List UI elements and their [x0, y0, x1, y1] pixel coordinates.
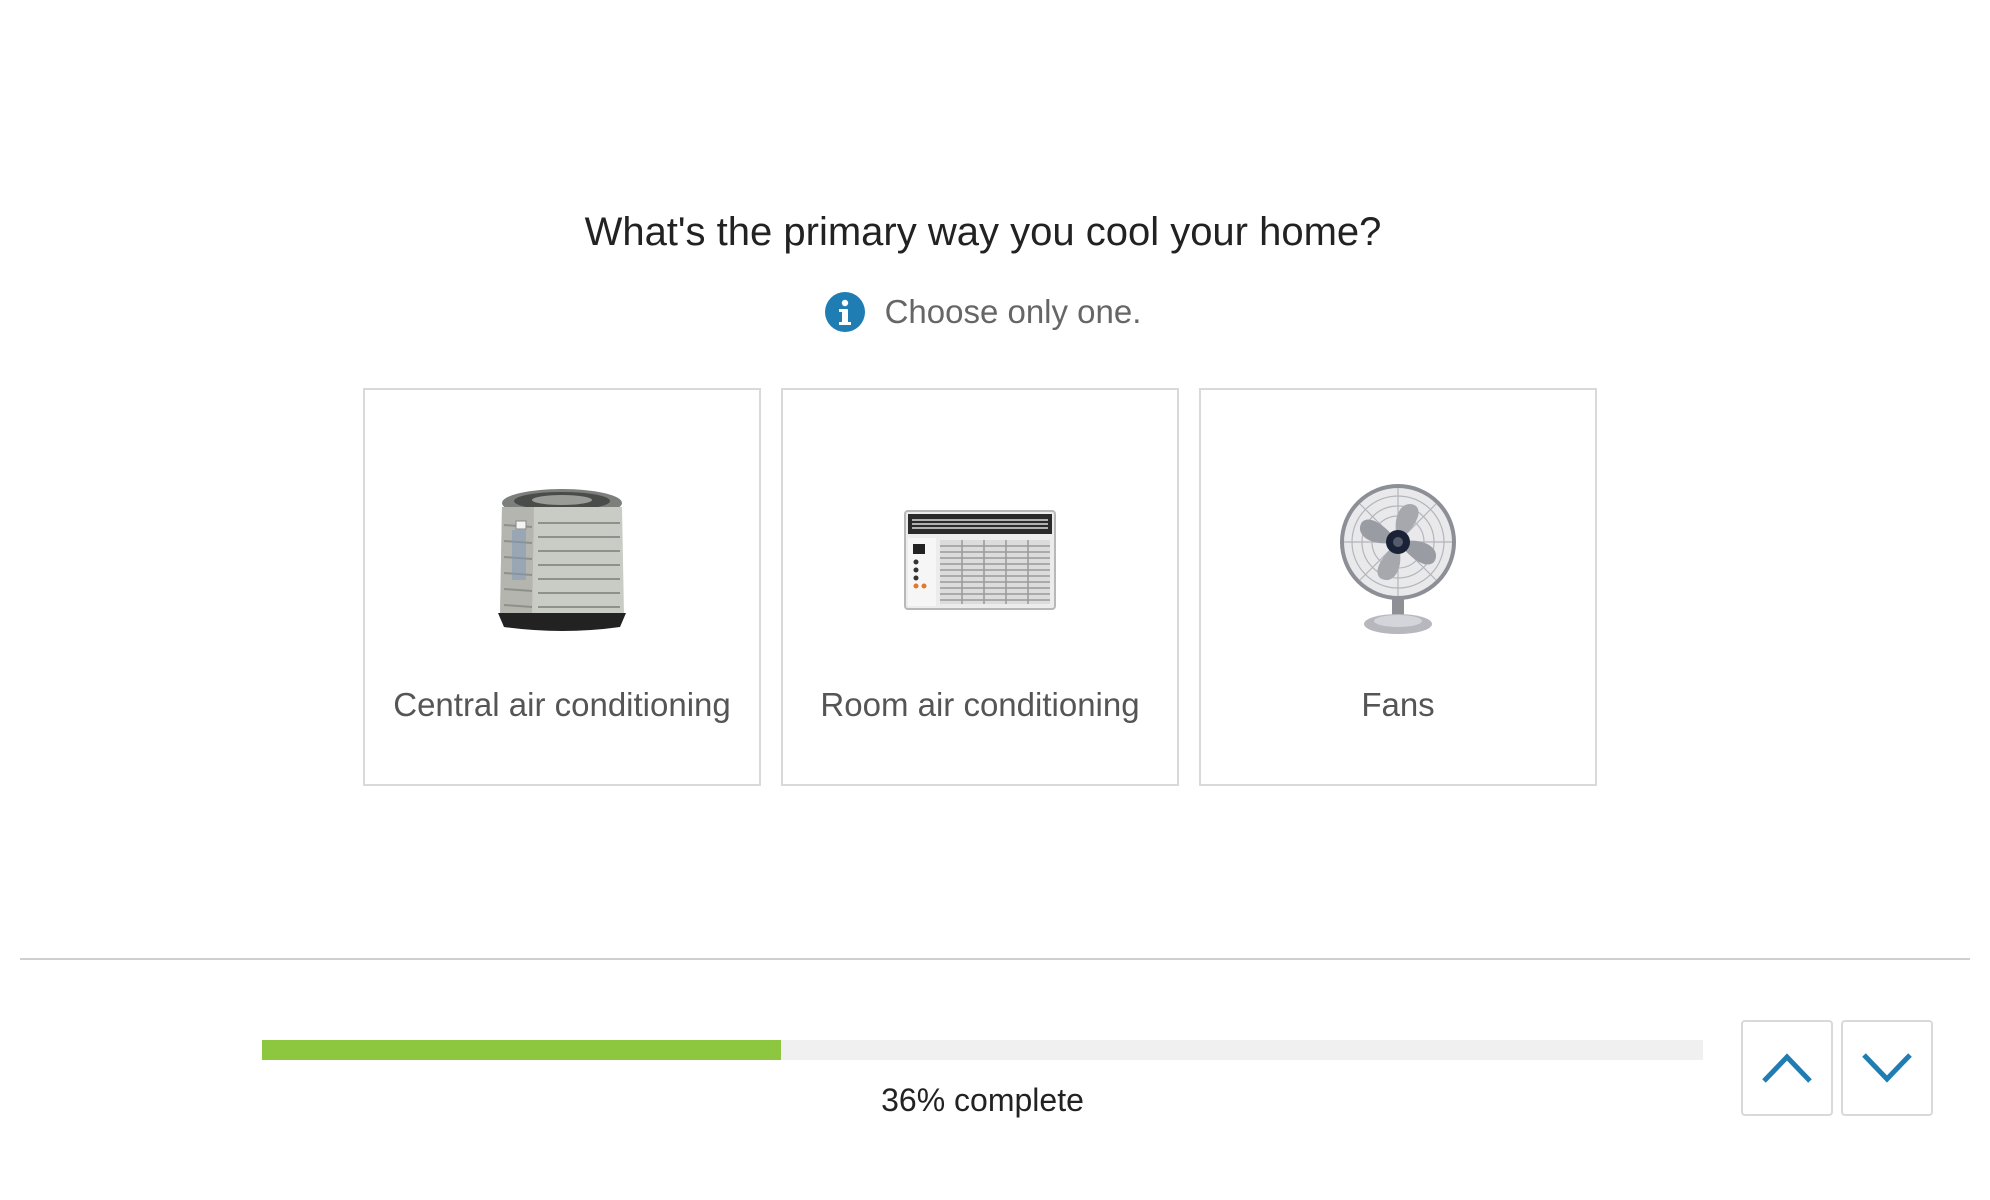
previous-question-button[interactable] — [1741, 1020, 1833, 1116]
option-label: Room air conditioning — [820, 686, 1140, 723]
option-central-air-conditioning[interactable]: Central air conditioning — [363, 388, 761, 786]
next-question-button[interactable] — [1841, 1020, 1933, 1116]
window-ac-unit-icon — [904, 510, 1056, 610]
answer-options: Central air conditioning Room air condit… — [363, 388, 1597, 786]
option-image — [783, 480, 1177, 640]
hint-text: Choose only one. — [884, 293, 1142, 330]
survey-page: What's the primary way you cool your hom… — [0, 0, 1990, 1200]
option-image — [365, 480, 759, 640]
option-room-air-conditioning[interactable]: Room air conditioning — [781, 388, 1179, 786]
option-fans[interactable]: Fans — [1199, 388, 1597, 786]
option-image — [1201, 480, 1595, 640]
chevron-up-icon — [1762, 1053, 1812, 1083]
central-ac-unit-icon — [498, 489, 626, 631]
progress-bar — [262, 1040, 1703, 1060]
question-title: What's the primary way you cool your hom… — [584, 210, 1382, 254]
progress-text: 36% complete — [881, 1082, 1084, 1118]
option-label: Fans — [1361, 686, 1435, 723]
option-label: Central air conditioning — [393, 686, 731, 723]
chevron-down-icon — [1862, 1053, 1912, 1083]
footer-divider — [20, 958, 1970, 960]
desk-fan-icon — [1340, 484, 1456, 634]
question-hint: Choose only one. — [0, 292, 1966, 332]
progress-bar-fill — [262, 1040, 781, 1060]
info-icon — [824, 292, 865, 332]
